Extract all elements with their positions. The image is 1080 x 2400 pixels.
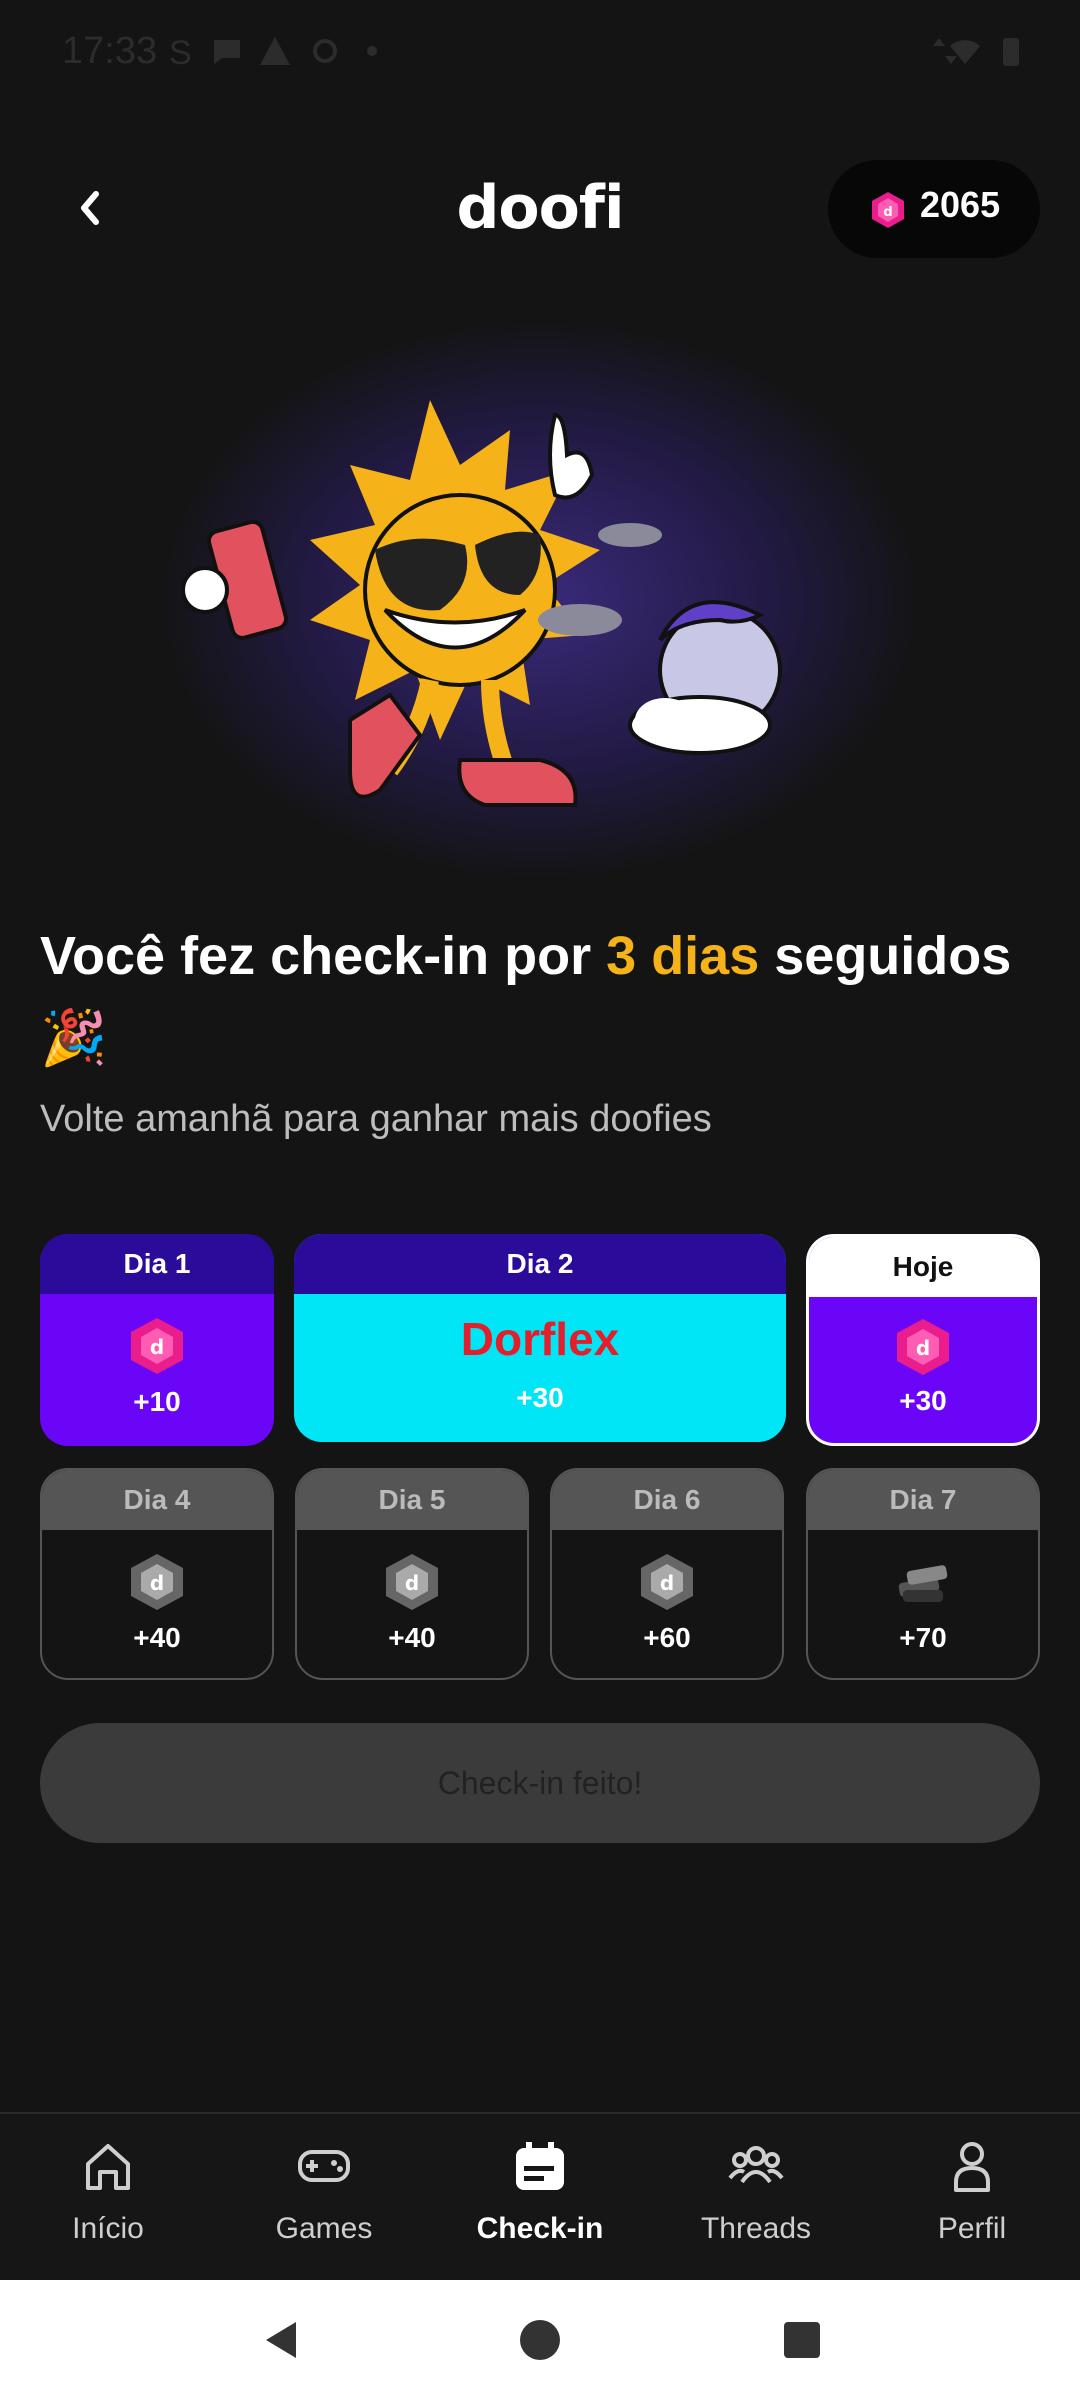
warning-icon xyxy=(260,37,290,65)
day-card-2: Dia 2 Dorflex +30 xyxy=(294,1234,786,1442)
system-nav-bar xyxy=(0,2280,1080,2400)
battery-icon xyxy=(1003,38,1019,66)
svg-text:d: d xyxy=(405,1571,419,1595)
nav-label: Games xyxy=(275,2212,373,2245)
back-button[interactable] xyxy=(60,168,120,248)
doofi-coin-grey-icon: d xyxy=(641,1554,693,1610)
nav-label: Threads xyxy=(700,2212,812,2245)
coin-balance[interactable]: d 2065 xyxy=(828,160,1040,258)
headline-part1: Você fez check-in por xyxy=(40,926,607,986)
system-recents-icon[interactable] xyxy=(778,2316,826,2364)
cloud-small xyxy=(598,523,662,547)
day-reward: +30 xyxy=(516,1382,564,1413)
system-back-icon[interactable] xyxy=(258,2316,306,2364)
coin-stack-icon xyxy=(898,1565,948,1602)
status-time: 17:33 xyxy=(62,30,158,72)
day-card-5: Dia 5 d +40 xyxy=(295,1468,529,1680)
app-logo: doofi xyxy=(456,173,624,243)
sponsor-logo: Dorflex xyxy=(460,1313,620,1365)
nav-item-checkin[interactable]: Check-in xyxy=(432,2114,648,2282)
hero-illustration xyxy=(160,320,920,880)
headline-part2: seguidos xyxy=(759,926,1012,986)
checkin-done-button[interactable]: Check-in feito! xyxy=(40,1723,1040,1843)
day-label: Dia 1 xyxy=(40,1234,274,1294)
user-icon xyxy=(954,2142,990,2192)
day-reward: +10 xyxy=(133,1386,181,1417)
nav-item-inicio[interactable]: Início xyxy=(0,2114,216,2282)
svg-text:S: S xyxy=(169,34,192,68)
wifi-icon xyxy=(950,40,980,64)
gamepad-icon xyxy=(298,2150,350,2182)
day-card-4: Dia 4 d +40 xyxy=(40,1468,274,1680)
svg-text:d: d xyxy=(883,205,892,220)
day-card-1: Dia 1 d +10 xyxy=(40,1234,274,1446)
svg-text:d: d xyxy=(150,1335,164,1359)
day-label: Hoje xyxy=(809,1237,1037,1297)
doofi-coin-icon: d xyxy=(131,1318,183,1374)
coin-count: 2065 xyxy=(920,184,1001,225)
svg-text:d: d xyxy=(150,1571,164,1595)
bottom-nav: Início Games Check-in Threads Perfil xyxy=(0,2112,1080,2282)
day-label: Dia 4 xyxy=(42,1470,272,1530)
day-card-7: Dia 7 +70 xyxy=(806,1468,1040,1680)
day-reward: +40 xyxy=(388,1622,436,1653)
headline: Você fez check-in por 3 dias seguidos 🎉 xyxy=(40,915,1050,1079)
svg-text:d: d xyxy=(916,1336,930,1360)
status-bar: 17:33 S xyxy=(0,0,1080,110)
doofi-coin-icon: d xyxy=(897,1319,949,1375)
day-label: Dia 7 xyxy=(808,1470,1038,1530)
nav-label: Perfil xyxy=(937,2212,1007,2245)
nav-label: Check-in xyxy=(476,2212,604,2245)
svg-text:d: d xyxy=(660,1571,674,1595)
nav-item-threads[interactable]: Threads xyxy=(648,2114,864,2282)
day-card-today: Hoje d +30 xyxy=(806,1234,1040,1446)
subtitle: Volte amanhã para ganhar mais doofies xyxy=(40,1098,712,1140)
cloud-grey xyxy=(538,604,622,636)
system-home-icon[interactable] xyxy=(516,2316,564,2364)
day-reward: +30 xyxy=(899,1385,947,1416)
message-icon xyxy=(214,40,240,64)
at-icon xyxy=(313,39,337,63)
day-label: Dia 5 xyxy=(297,1470,527,1530)
doofi-coin-grey-icon: d xyxy=(131,1554,183,1610)
day-reward: +70 xyxy=(899,1622,947,1653)
headline-highlight: 3 dias xyxy=(606,926,760,986)
people-icon xyxy=(728,2146,784,2184)
doofi-coin-grey-icon: d xyxy=(386,1554,438,1610)
dot-icon xyxy=(367,46,377,56)
day-label: Dia 6 xyxy=(552,1470,782,1530)
home-icon xyxy=(86,2144,130,2190)
nav-item-games[interactable]: Games xyxy=(216,2114,432,2282)
doofi-coin-icon: d xyxy=(872,192,904,228)
nav-item-perfil[interactable]: Perfil xyxy=(864,2114,1080,2282)
day-reward: +60 xyxy=(643,1622,691,1653)
chevron-left-icon xyxy=(81,191,99,225)
day-reward: +40 xyxy=(133,1622,181,1653)
day-card-6: Dia 6 d +60 xyxy=(550,1468,784,1680)
nav-label: Início xyxy=(72,2212,144,2245)
party-emoji: 🎉 xyxy=(40,1008,108,1068)
calendar-icon xyxy=(516,2142,564,2190)
s-icon: S xyxy=(169,34,192,68)
day-label: Dia 2 xyxy=(294,1234,786,1294)
